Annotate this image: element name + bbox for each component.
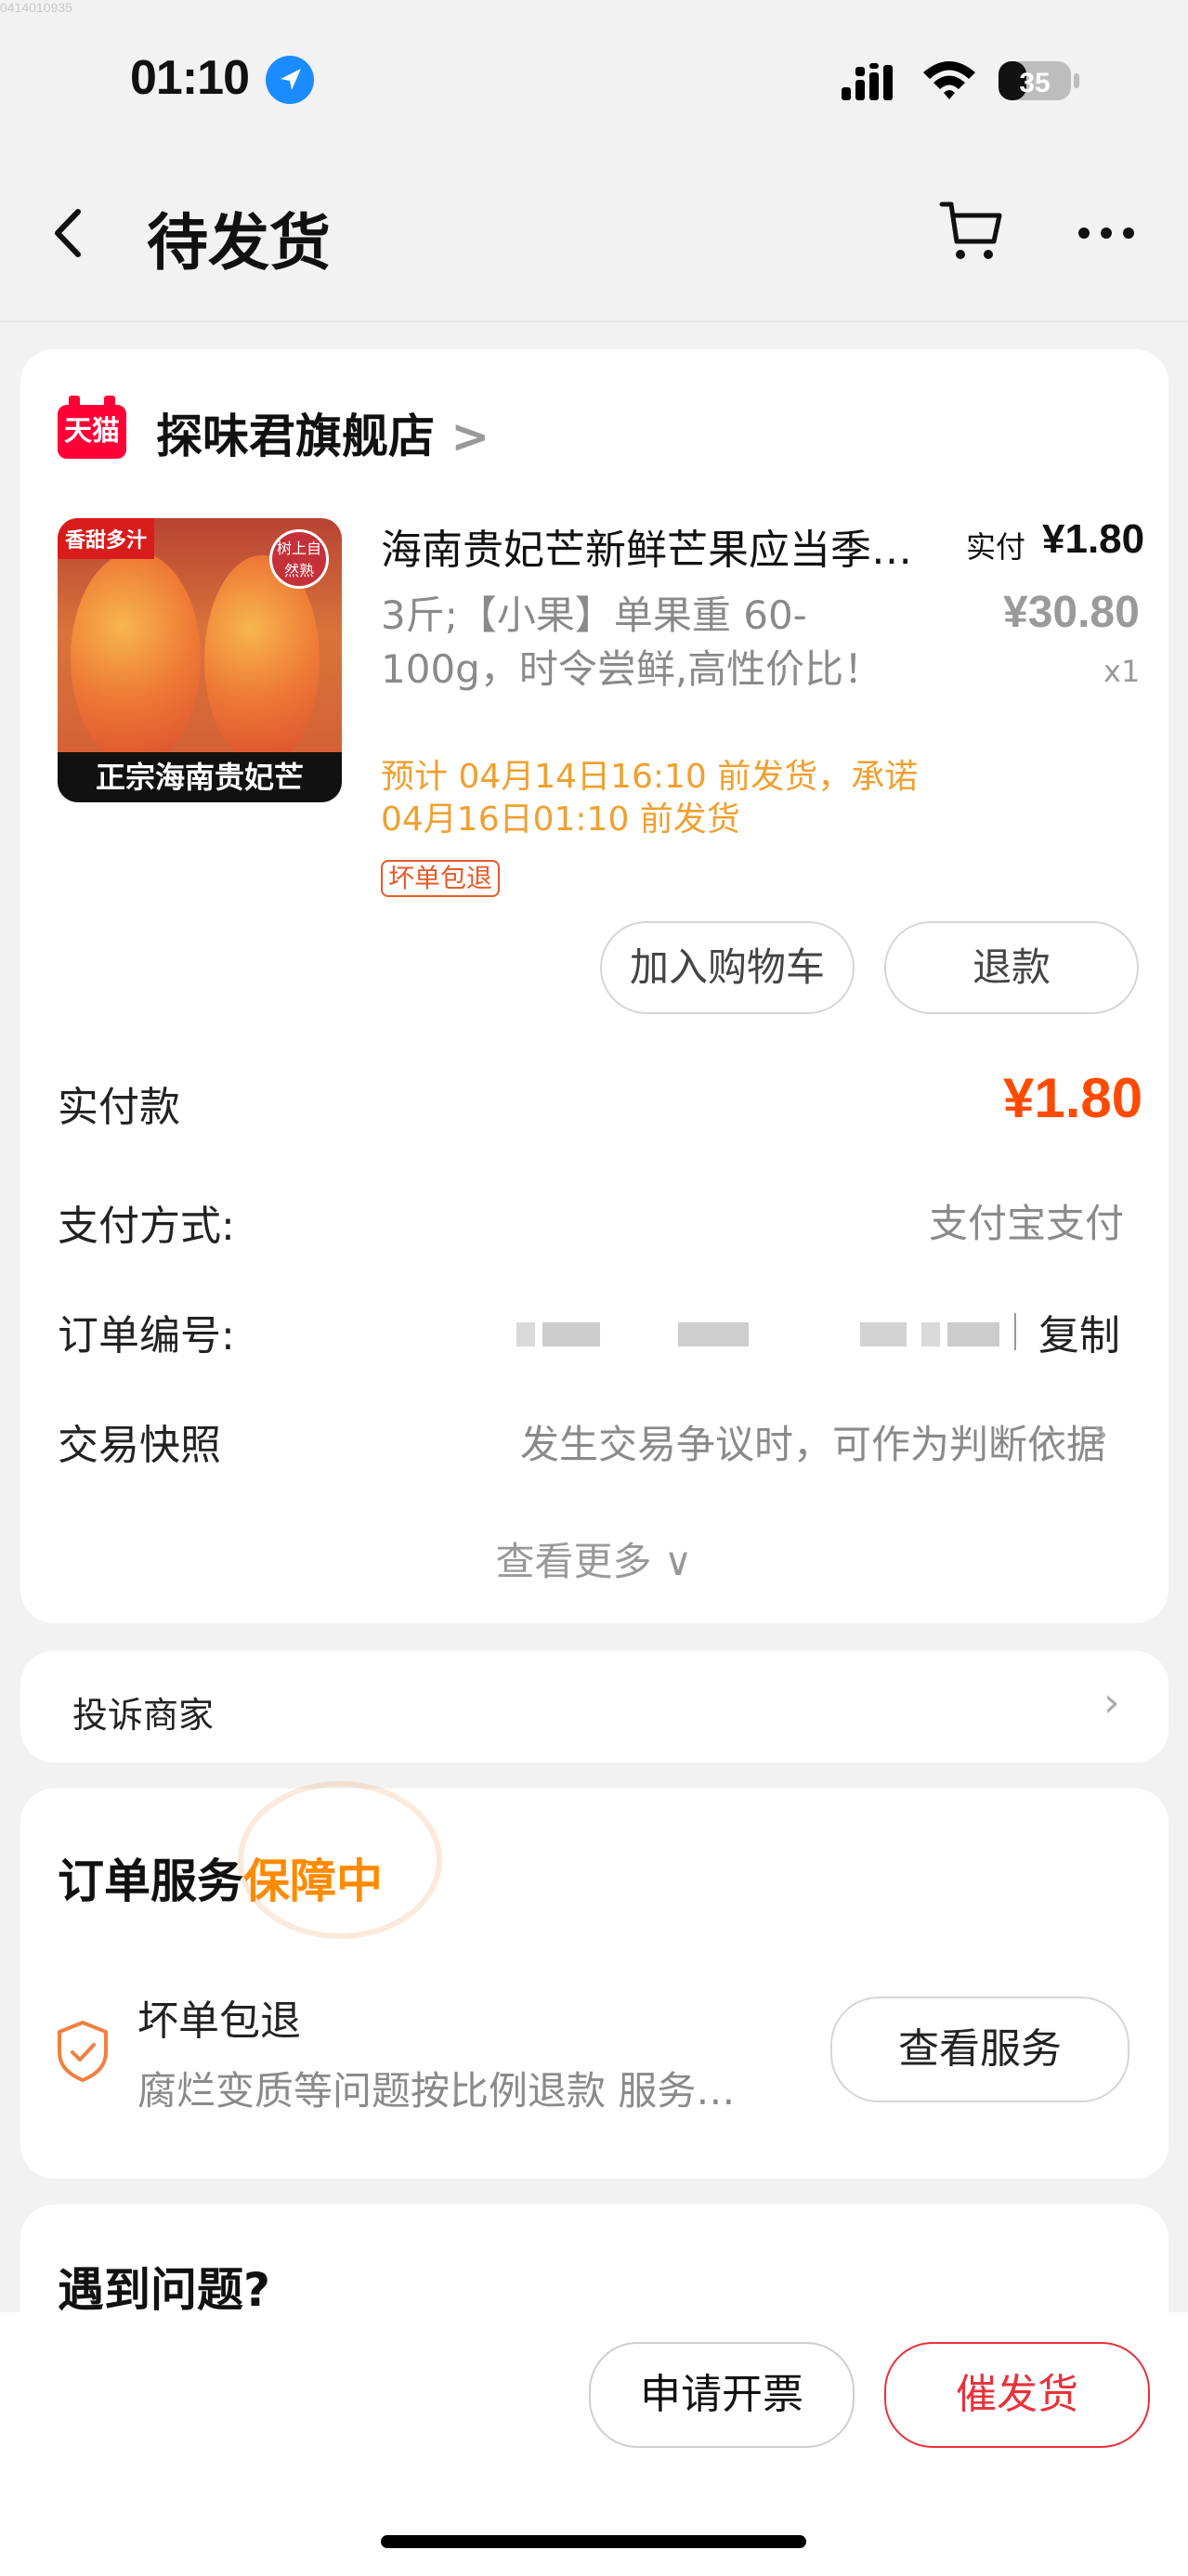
store-name[interactable]: 探味君旗舰店 > xyxy=(156,399,490,466)
location-arrow-icon xyxy=(266,56,314,104)
chevron-right-icon: > xyxy=(450,410,490,463)
complaint-label[interactable]: 投诉商家 xyxy=(72,1686,214,1737)
view-service-button[interactable]: 查看服务 xyxy=(830,1997,1129,2102)
nav-divider xyxy=(0,320,1188,322)
image-badge: 树上自然熟 xyxy=(269,529,329,589)
battery-icon: 35 xyxy=(998,59,1081,102)
tmall-logo: 天猫 xyxy=(58,396,126,459)
invoice-button[interactable]: 申请开票 xyxy=(589,2342,855,2448)
page-title: 待发货 xyxy=(147,208,331,277)
service-item-desc: 腐烂变质等问题按比例退款 服务由商家提供 xyxy=(137,2068,769,2114)
original-price: ¥30.80 xyxy=(1003,588,1140,637)
pay-method-value: 支付宝支付 xyxy=(928,1201,1124,1246)
service-status: 保障中 xyxy=(243,1854,383,1908)
home-indicator[interactable] xyxy=(381,2535,806,2548)
watermark: 0414010935 xyxy=(0,0,72,15)
urge-shipment-button[interactable]: 催发货 xyxy=(884,2342,1150,2448)
refund-button[interactable]: 退款 xyxy=(884,921,1139,1014)
total-value: ¥1.80 xyxy=(1003,1067,1143,1129)
shipping-estimate: 预计 04月14日16:10 前发货，承诺04月16日01:10 前发货 xyxy=(381,758,919,839)
snapshot-value[interactable]: 发生交易争议时，可作为判断依据 xyxy=(390,1413,1105,1470)
service-tag: 坏单包退 xyxy=(381,860,501,897)
product-title[interactable]: 海南贵妃芒新鲜芒果应当季水果 xyxy=(381,516,920,576)
signal-icon xyxy=(842,63,905,102)
order-number-redacted xyxy=(516,1322,999,1347)
cart-icon[interactable] xyxy=(938,197,1003,264)
back-icon[interactable] xyxy=(50,202,87,264)
service-title: 订单服务保障中 xyxy=(58,1844,383,1911)
status-time: 01:10 xyxy=(130,51,250,105)
chevron-right-icon[interactable]: › xyxy=(1103,1679,1120,1726)
total-label: 实付款 xyxy=(58,1084,180,1131)
image-banner: 正宗海南贵妃芒 xyxy=(58,752,342,802)
copy-button[interactable]: 复制 xyxy=(1038,1302,1120,1361)
product-image[interactable]: 香甜多汁 树上自然熟 正宗海南贵妃芒 xyxy=(58,518,342,802)
image-tag: 香甜多汁 xyxy=(58,518,155,559)
chevron-right-icon[interactable]: › xyxy=(1092,1410,1109,1457)
service-title-text: 订单服务 xyxy=(58,1854,243,1908)
mango-left xyxy=(71,552,201,765)
order-number-label: 订单编号: xyxy=(58,1312,235,1360)
pay-method-label: 支付方式: xyxy=(58,1203,235,1250)
more-options-icon[interactable] xyxy=(1076,219,1137,247)
quantity: x1 xyxy=(1103,654,1141,689)
paid-label: 实付 xyxy=(966,529,1026,565)
store-name-label: 探味君旗舰店 xyxy=(156,410,435,463)
problem-title: 遇到问题? xyxy=(58,2263,271,2317)
view-more-button[interactable]: 查看更多 ∨ xyxy=(0,1530,1188,1587)
wifi-icon xyxy=(921,58,977,100)
copy-divider xyxy=(1014,1313,1016,1350)
snapshot-label[interactable]: 交易快照 xyxy=(58,1412,221,1471)
add-to-cart-button[interactable]: 加入购物车 xyxy=(600,921,855,1014)
paid-value: ¥1.80 xyxy=(1042,516,1145,562)
service-item-name: 坏单包退 xyxy=(137,1997,301,2045)
battery-level: 35 xyxy=(1019,68,1050,98)
product-spec: 3斤;【小果】单果重 60-100g，时令尝鲜,高性价比！ xyxy=(381,592,883,692)
shield-check-icon xyxy=(54,2019,111,2084)
